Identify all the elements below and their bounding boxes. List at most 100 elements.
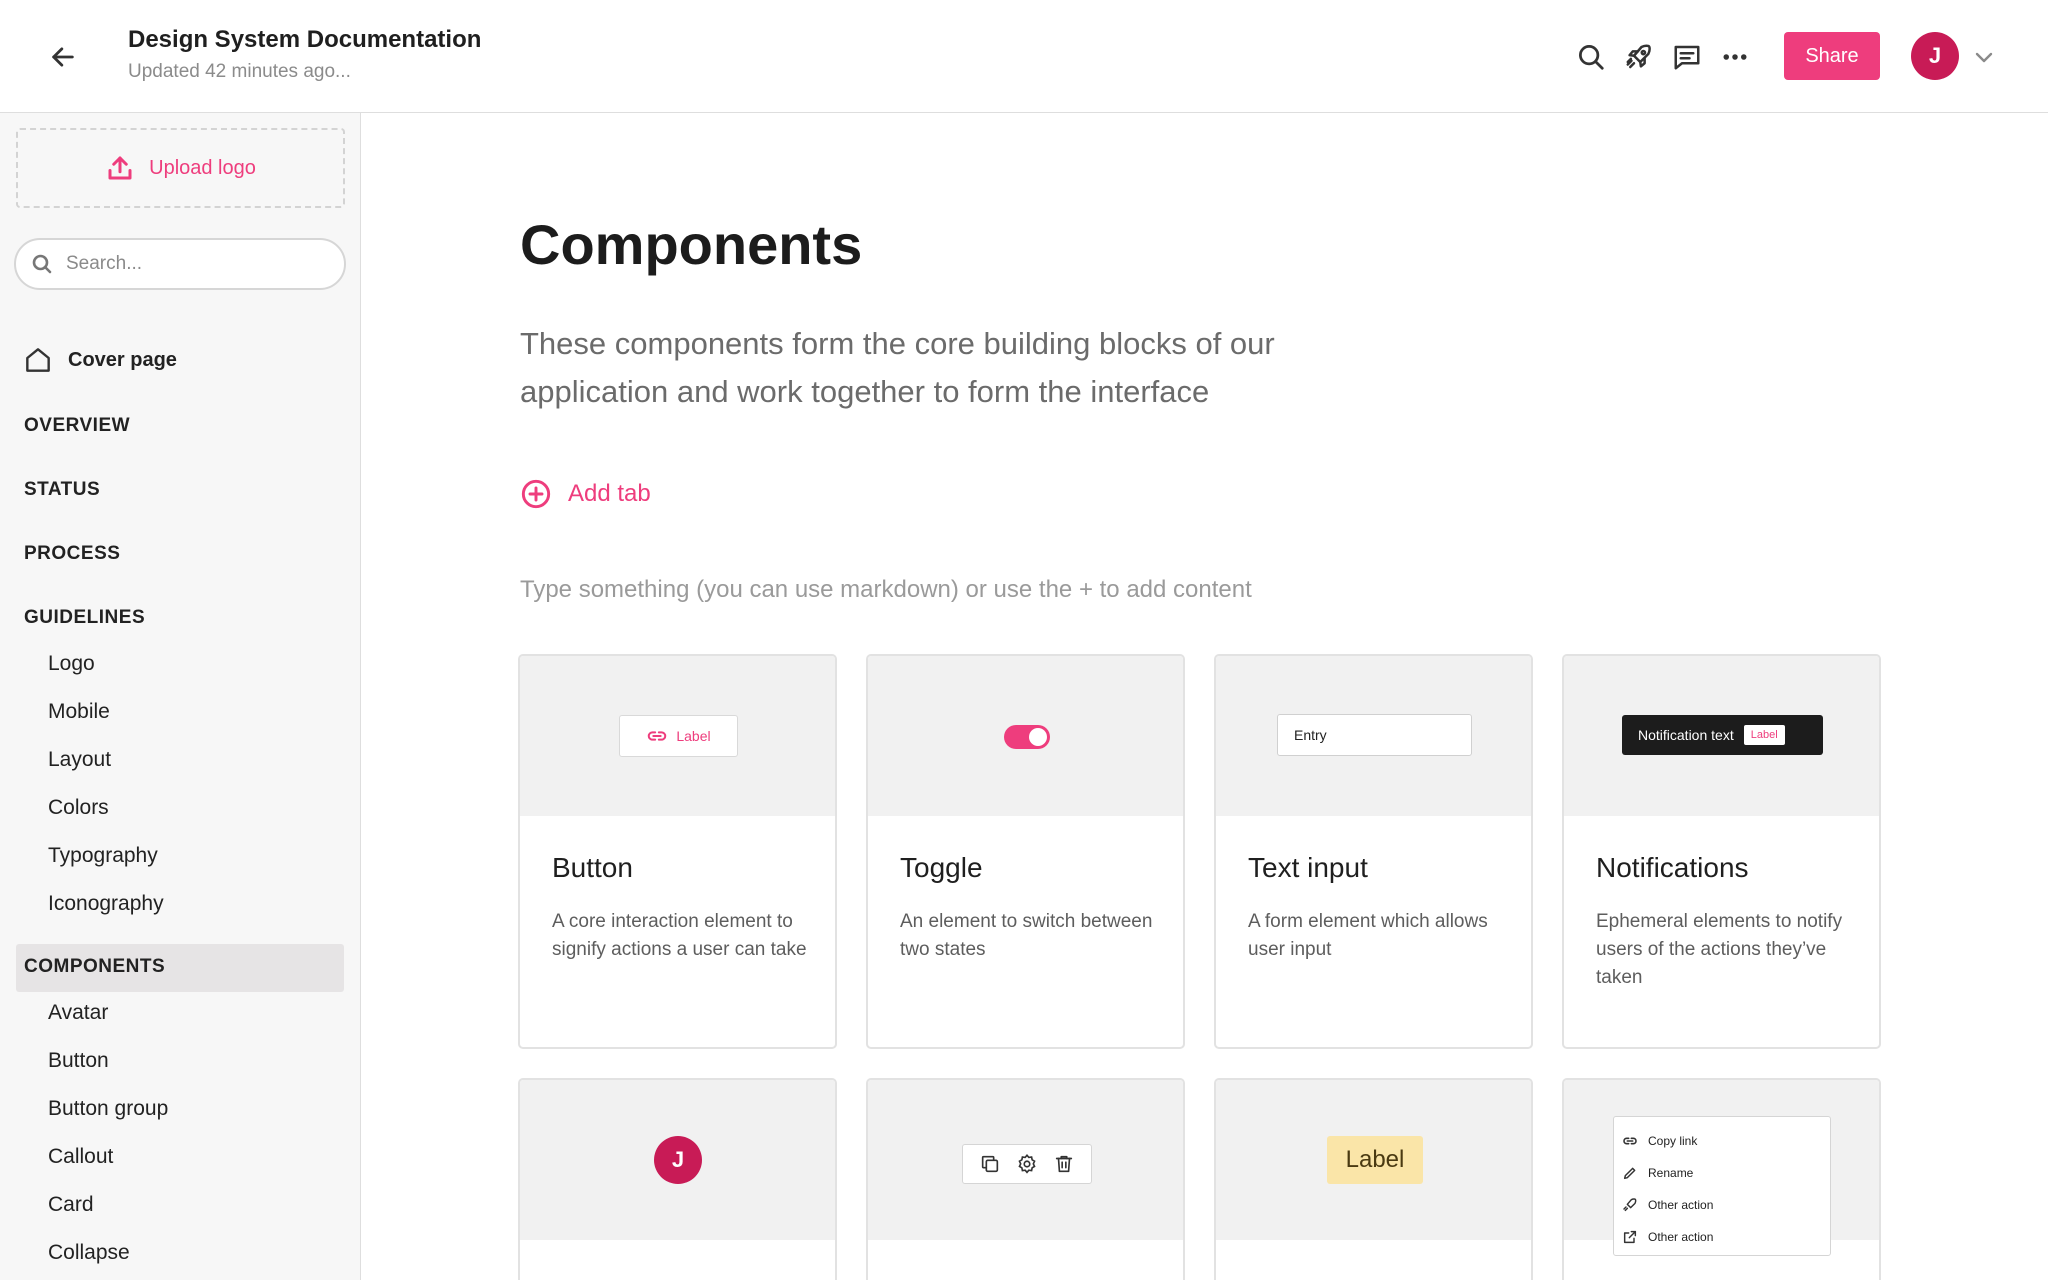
top-bar: Design System Documentation Updated 42 m…	[0, 0, 2048, 113]
preview-notification: Notification text Label	[1622, 715, 1823, 755]
card-preview: Notification text Label	[1564, 656, 1879, 816]
menu-item: Other action	[1622, 1229, 1713, 1245]
arrow-left-icon	[52, 47, 74, 67]
sidebar-item-card[interactable]: Card	[48, 1193, 94, 1217]
back-button[interactable]	[44, 38, 82, 76]
sidebar-item-mobile[interactable]: Mobile	[48, 700, 110, 724]
component-card-text-input[interactable]: Entry Text input A form element which al…	[1214, 654, 1533, 1049]
card-preview: J	[520, 1080, 835, 1240]
search-input[interactable]	[66, 253, 326, 275]
sidebar-item-button[interactable]: Button	[48, 1049, 109, 1073]
card-preview: Label	[520, 656, 835, 816]
sidebar-search[interactable]	[14, 238, 346, 290]
menu-item: Other action	[1622, 1197, 1713, 1213]
preview-button-group	[962, 1144, 1092, 1184]
sidebar-item-collapse[interactable]: Collapse	[48, 1241, 130, 1265]
component-card-avatar[interactable]: J	[518, 1078, 837, 1280]
preview-badge: Label	[1327, 1136, 1423, 1184]
sidebar-item-logo[interactable]: Logo	[48, 652, 95, 676]
card-preview: Copy link Rename Other action Other acti…	[1564, 1080, 1879, 1256]
share-button[interactable]: Share	[1784, 32, 1880, 80]
add-tab-label: Add tab	[568, 480, 651, 507]
trash-icon	[1056, 1155, 1073, 1173]
rocket-button[interactable]	[1620, 38, 1658, 76]
menu-item-label: Other action	[1648, 1230, 1714, 1244]
preview-notification-text: Notification text	[1638, 727, 1734, 743]
sidebar-item-cover-page[interactable]: Cover page	[22, 340, 177, 380]
copy-icon	[981, 1155, 998, 1173]
sidebar-section-process[interactable]: PROCESS	[24, 543, 120, 565]
editor-hint[interactable]: Type something (you can use markdown) or…	[520, 576, 1252, 604]
preview-button-label: Label	[676, 728, 711, 744]
link-icon	[648, 731, 667, 741]
component-card-toggle[interactable]: Toggle An element to switch between two …	[866, 654, 1185, 1049]
component-card-badge[interactable]: Label	[1214, 1078, 1533, 1280]
user-avatar[interactable]: J	[1911, 32, 1959, 80]
preview-toggle	[1004, 725, 1050, 749]
sidebar-item-label: Cover page	[68, 348, 177, 371]
card-description: An element to switch between two states	[900, 911, 1153, 960]
preview-notification-label: Label	[1743, 725, 1785, 745]
sidebar-item-avatar[interactable]: Avatar	[48, 1001, 108, 1025]
component-card-menu[interactable]: Copy link Rename Other action Other acti…	[1562, 1078, 1881, 1280]
card-title: Toggle	[900, 852, 983, 883]
sidebar-item-callout[interactable]: Callout	[48, 1145, 113, 1169]
document-title: Design System Documentation	[128, 26, 482, 53]
menu-item: Rename	[1622, 1165, 1693, 1181]
card-preview	[868, 656, 1183, 816]
component-card-button-group[interactable]	[866, 1078, 1185, 1280]
preview-text-input: Entry	[1277, 714, 1472, 756]
sidebar: Upload logo Cover page OVERVIEW STATUS P…	[0, 113, 361, 1280]
search-icon	[32, 254, 52, 274]
more-button[interactable]	[1716, 38, 1754, 76]
sidebar-item-iconography[interactable]: Iconography	[48, 892, 164, 916]
more-icon	[1723, 54, 1747, 60]
card-preview	[868, 1080, 1183, 1240]
sidebar-section-components[interactable]: COMPONENTS	[24, 956, 165, 978]
rocket-icon	[1623, 1198, 1637, 1212]
home-icon	[26, 348, 50, 372]
upload-logo-button[interactable]: Upload logo	[16, 128, 345, 208]
menu-item-label: Rename	[1648, 1166, 1694, 1180]
sidebar-item-colors[interactable]: Colors	[48, 796, 109, 820]
preview-button: Label	[619, 715, 738, 757]
component-card-button[interactable]: Label Button A core interaction element …	[518, 654, 837, 1049]
menu-item-label: Copy link	[1648, 1134, 1698, 1148]
menu-item-label: Other action	[1648, 1198, 1714, 1212]
preview-avatar: J	[654, 1136, 702, 1184]
sidebar-item-button-group[interactable]: Button group	[48, 1097, 168, 1121]
sidebar-item-layout[interactable]: Layout	[48, 748, 111, 772]
search-icon	[1579, 45, 1604, 70]
upload-logo-label: Upload logo	[149, 156, 256, 179]
card-title: Button	[552, 852, 633, 883]
chevron-down-icon	[1975, 52, 1993, 63]
upload-icon	[108, 156, 132, 180]
component-card-notifications[interactable]: Notification text Label Notifications Ep…	[1562, 654, 1881, 1049]
card-preview: Label	[1216, 1080, 1531, 1240]
external-link-icon	[1623, 1230, 1637, 1244]
comment-icon	[1674, 45, 1700, 70]
card-title: Notifications	[1596, 852, 1749, 883]
menu-item: Copy link	[1622, 1133, 1697, 1149]
page-title: Components	[520, 213, 863, 276]
pencil-icon	[1623, 1167, 1636, 1180]
rocket-icon	[1626, 44, 1651, 69]
comments-button[interactable]	[1668, 38, 1706, 76]
link-icon	[1623, 1137, 1637, 1145]
page-description: These components form the core building …	[520, 326, 1275, 409]
card-description: A form element which allows user input	[1248, 911, 1488, 960]
add-tab-button[interactable]: Add tab	[520, 478, 651, 510]
gear-icon	[1018, 1154, 1036, 1174]
sidebar-section-overview[interactable]: OVERVIEW	[24, 415, 130, 437]
last-updated-text: Updated 42 minutes ago...	[128, 61, 351, 82]
sidebar-section-guidelines[interactable]: GUIDELINES	[24, 607, 145, 629]
search-button[interactable]	[1572, 38, 1610, 76]
sidebar-section-status[interactable]: STATUS	[24, 479, 100, 501]
card-title: Text input	[1248, 852, 1368, 883]
plus-circle-icon	[521, 479, 551, 509]
card-description: Ephemeral elements to notify users of th…	[1596, 911, 1843, 988]
preview-menu: Copy link Rename Other action Other acti…	[1613, 1116, 1831, 1256]
sidebar-item-typography[interactable]: Typography	[48, 844, 158, 868]
card-description: A core interaction element to signify ac…	[552, 911, 807, 960]
account-menu-button[interactable]	[1968, 42, 2000, 72]
